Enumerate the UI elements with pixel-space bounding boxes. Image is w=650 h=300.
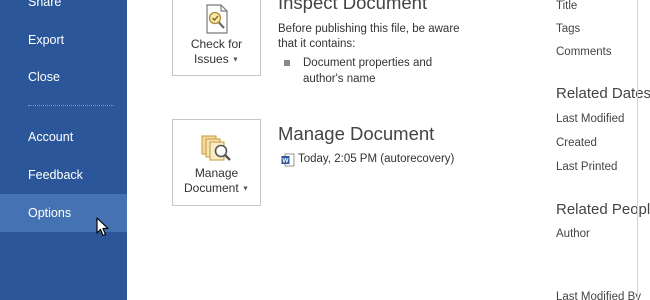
inspect-description-2: that it contains: xyxy=(278,38,356,50)
related-dates-heading: Related Dates xyxy=(556,85,650,102)
manage-document-label-2: Document ▼ xyxy=(184,181,249,195)
properties-panel: Title Tags Comments Related Dates Last M… xyxy=(555,0,650,300)
svg-text:W: W xyxy=(282,158,289,165)
nav-feedback[interactable]: Feedback xyxy=(0,156,127,194)
property-comments-label: Comments xyxy=(556,46,612,58)
backstage-sidebar: Share Export Close Account Feedback Opti… xyxy=(0,0,127,300)
property-tags-label: Tags xyxy=(556,23,581,35)
inspect-bullet-2: author's name xyxy=(303,73,376,85)
check-for-issues-button[interactable]: Check for Issues ▼ xyxy=(172,0,261,76)
property-created-label: Created xyxy=(556,137,597,149)
nav-share[interactable]: Share xyxy=(0,0,127,21)
mouse-cursor-icon xyxy=(96,217,109,237)
nav-account-label: Account xyxy=(28,130,74,144)
manage-document-button[interactable]: Manage Document ▼ xyxy=(172,119,261,206)
manage-document-icon xyxy=(201,135,231,161)
property-title-label: Title xyxy=(556,0,578,12)
check-for-issues-label-2: Issues ▼ xyxy=(194,52,239,66)
property-last-modified-label: Last Modified xyxy=(556,113,625,125)
nav-separator xyxy=(28,105,114,106)
inspect-document-icon xyxy=(206,4,228,34)
check-for-issues-label-1: Check for xyxy=(190,37,243,51)
info-main-panel: Check for Issues ▼ Inspect Document Befo… xyxy=(127,0,555,300)
autorecovery-version-link[interactable]: Today, 2:05 PM (autorecovery) xyxy=(298,152,454,167)
nav-options-label: Options xyxy=(28,206,72,220)
dropdown-caret-icon: ▼ xyxy=(242,185,249,193)
property-last-printed-label: Last Printed xyxy=(556,161,618,173)
nav-export[interactable]: Export xyxy=(0,21,127,59)
nav-feedback-label: Feedback xyxy=(28,168,83,182)
inspect-bullet-1: Document properties and xyxy=(303,57,433,69)
word-document-icon: W xyxy=(281,153,295,167)
inspect-document-title: Inspect Document xyxy=(278,0,428,13)
nav-account[interactable]: Account xyxy=(0,118,127,156)
dropdown-caret-icon: ▼ xyxy=(232,56,239,64)
related-people-heading: Related People xyxy=(556,201,650,218)
manage-document-title: Manage Document xyxy=(278,123,435,144)
inspect-description-1: Before publishing this file, be aware xyxy=(278,23,460,35)
nav-close-label: Close xyxy=(28,70,60,84)
nav-share-label: Share xyxy=(28,0,62,9)
bullet-icon xyxy=(284,60,290,66)
panel-scroll-divider xyxy=(637,0,638,300)
nav-close[interactable]: Close xyxy=(0,58,127,96)
property-author-label: Author xyxy=(556,228,590,240)
manage-document-label-1: Manage xyxy=(194,166,239,180)
nav-export-label: Export xyxy=(28,33,65,47)
property-last-modified-by-label: Last Modified By xyxy=(556,291,642,300)
